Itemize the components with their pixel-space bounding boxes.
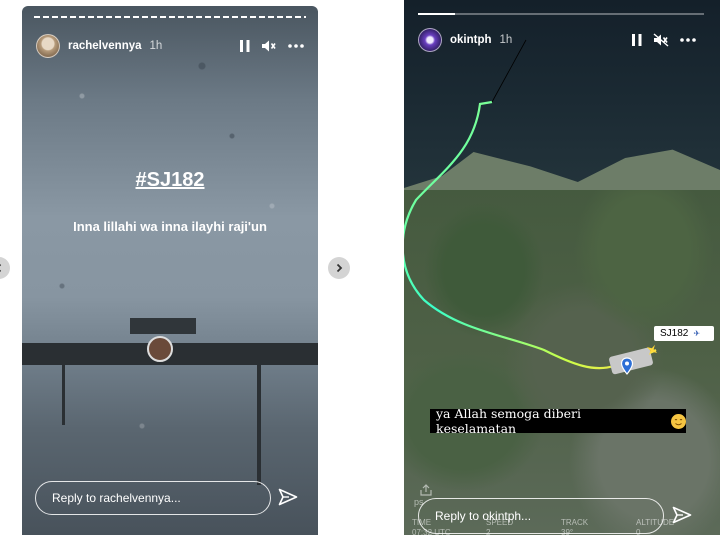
flight-path-overlay bbox=[404, 39, 657, 370]
reply-input[interactable]: Reply to okintph... bbox=[418, 498, 664, 534]
rain-drops-background bbox=[22, 6, 318, 535]
post-time: 1h bbox=[499, 34, 513, 46]
gantry-pole bbox=[62, 365, 65, 425]
volume-icon[interactable] bbox=[261, 39, 277, 53]
previous-story-button[interactable] bbox=[0, 257, 10, 279]
story-caption: Inna lillahi wa inna ilayhi raji'un bbox=[73, 219, 267, 234]
avatar[interactable] bbox=[36, 34, 60, 58]
pause-icon[interactable] bbox=[631, 33, 643, 47]
flight-label: SJ182 ✈ bbox=[654, 326, 714, 341]
story-caption-text: ya Allah semoga diberi keselamatan bbox=[436, 406, 581, 436]
story-header: okintph 1h bbox=[418, 28, 512, 52]
username[interactable]: rachelvennya bbox=[68, 40, 142, 52]
pause-icon[interactable] bbox=[239, 39, 251, 53]
story-progress-bar bbox=[418, 13, 704, 15]
story-header: rachelvennya 1h bbox=[36, 34, 162, 58]
send-icon[interactable] bbox=[278, 488, 298, 506]
reply-placeholder: Reply to rachelvennya... bbox=[52, 491, 181, 505]
chevron-right-icon bbox=[336, 263, 343, 273]
hashtag-sticker[interactable]: #SJ182 bbox=[22, 169, 318, 192]
share-icon bbox=[420, 484, 432, 496]
more-icon[interactable] bbox=[287, 39, 305, 53]
gantry-pole bbox=[257, 365, 261, 485]
mute-icon[interactable] bbox=[653, 33, 669, 47]
flight-number: SJ182 bbox=[660, 328, 689, 339]
airline-logo-icon: ✈ bbox=[693, 329, 701, 338]
location-pin-icon bbox=[620, 357, 634, 375]
more-icon[interactable] bbox=[679, 33, 697, 47]
reply-input[interactable]: Reply to rachelvennya... bbox=[35, 481, 271, 515]
avatar[interactable] bbox=[418, 28, 442, 52]
send-icon[interactable] bbox=[672, 506, 692, 524]
chevron-left-icon bbox=[0, 264, 2, 272]
story-card-left[interactable]: rachelvennya 1h #SJ182 Inna lillahi wa i… bbox=[22, 6, 318, 535]
road-sign-round bbox=[147, 336, 173, 362]
story-caption: ya Allah semoga diberi keselamatan bbox=[430, 406, 686, 436]
story-controls bbox=[239, 39, 305, 53]
username[interactable]: okintph bbox=[450, 34, 492, 46]
post-time: 1h bbox=[149, 40, 163, 52]
reply-placeholder: Reply to okintph... bbox=[435, 509, 532, 523]
story-progress-bar bbox=[34, 16, 306, 18]
story-controls bbox=[631, 33, 697, 47]
emoji-icon bbox=[671, 413, 686, 429]
flight-track-line bbox=[404, 100, 657, 370]
next-story-button[interactable] bbox=[328, 257, 350, 279]
airplane-icon bbox=[646, 344, 658, 356]
road-sign-top bbox=[130, 318, 196, 334]
